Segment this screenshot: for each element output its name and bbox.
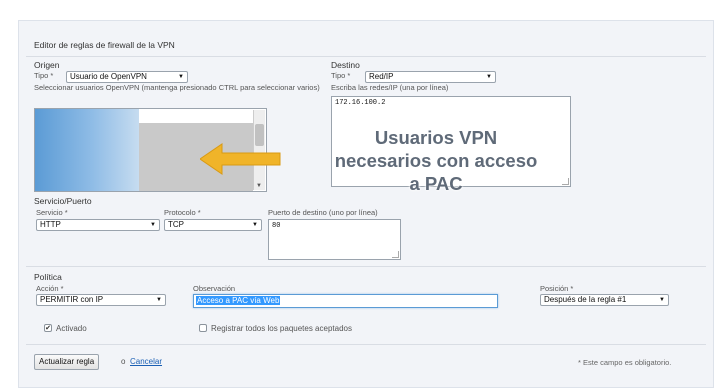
selected-users-highlight — [35, 109, 139, 191]
puerto-value: 80 — [272, 222, 281, 230]
registrar-checkbox[interactable] — [199, 324, 207, 332]
overlay-line-1: Usuarios VPN — [374, 127, 498, 148]
overlay-line-2: necesarios con acceso — [334, 150, 538, 171]
required-field-note: * Este campo es obligatorio. — [578, 358, 672, 367]
servicio-select[interactable]: HTTP ▼ — [36, 219, 160, 231]
origen-tipo-value: Usuario de OpenVPN — [70, 72, 147, 81]
destino-heading: Destino — [331, 60, 360, 70]
destino-networks-value: 172.16.100.2 — [335, 99, 386, 107]
puerto-textarea[interactable]: 80 — [268, 219, 401, 260]
origen-tipo-label: Tipo * — [34, 71, 54, 80]
or-text: o — [121, 357, 126, 366]
page-title: Editor de reglas de firewall de la VPN — [34, 40, 175, 50]
protocolo-select[interactable]: TCP ▼ — [164, 219, 262, 231]
overlay-line-3: a PAC — [409, 173, 463, 194]
observacion-input[interactable]: Acceso a PAC vía Web — [193, 294, 498, 308]
posicion-select[interactable]: Después de la regla #1 ▼ — [540, 294, 669, 306]
servicio-value: HTTP — [40, 220, 61, 229]
chevron-down-icon: ▼ — [156, 297, 162, 303]
accion-select[interactable]: PERMITIR con IP ▼ — [36, 294, 166, 306]
activado-label: Activado — [56, 324, 87, 333]
politica-divider — [26, 266, 706, 267]
observacion-label: Observación — [193, 284, 236, 293]
chevron-down-icon: ▼ — [150, 222, 156, 228]
chevron-down-icon: ▼ — [486, 74, 492, 80]
registrar-label: Registrar todos los paquetes aceptados — [211, 324, 352, 333]
destino-tipo-value: Red/IP — [369, 72, 394, 81]
cancel-link[interactable]: Cancelar — [130, 357, 162, 366]
checkmark-icon: ✔ — [45, 325, 51, 332]
scroll-down-arrow-icon[interactable]: ▼ — [256, 183, 262, 189]
origen-tipo-select[interactable]: Usuario de OpenVPN ▼ — [66, 71, 188, 83]
protocolo-value: TCP — [168, 220, 184, 229]
update-rule-button[interactable]: Actualizar regla — [34, 354, 100, 370]
protocolo-label: Protocolo * — [164, 208, 201, 217]
accion-label: Acción * — [36, 284, 64, 293]
resize-grip-icon[interactable] — [392, 251, 399, 258]
activado-checkbox[interactable]: ✔ — [44, 324, 52, 332]
chevron-down-icon: ▼ — [178, 74, 184, 80]
footer-divider — [26, 344, 706, 345]
destino-help-text: Escriba las redes/IP (una por línea) — [331, 83, 449, 92]
chevron-down-icon: ▼ — [659, 297, 665, 303]
annotation-overlay-text: Usuarios VPN necesarios con acceso a PAC — [306, 126, 566, 195]
destino-tipo-label: Tipo * — [331, 71, 351, 80]
observacion-value: Acceso a PAC vía Web — [196, 296, 281, 305]
politica-heading: Política — [34, 272, 62, 282]
posicion-label: Posición * — [540, 284, 574, 293]
chevron-down-icon: ▼ — [252, 222, 258, 228]
posicion-value: Después de la regla #1 — [544, 295, 627, 304]
destino-tipo-select[interactable]: Red/IP ▼ — [365, 71, 496, 83]
servicio-heading: Servicio/Puerto — [34, 196, 92, 206]
servicio-label: Servicio * — [36, 208, 68, 217]
origen-help-text: Seleccionar usuarios OpenVPN (mantenga p… — [34, 83, 320, 92]
title-divider — [26, 56, 706, 57]
accion-value: PERMITIR con IP — [40, 295, 104, 304]
origen-heading: Origen — [34, 60, 60, 70]
annotation-arrow-icon — [200, 143, 281, 175]
puerto-label: Puerto de destino (uno por línea) — [268, 208, 378, 217]
